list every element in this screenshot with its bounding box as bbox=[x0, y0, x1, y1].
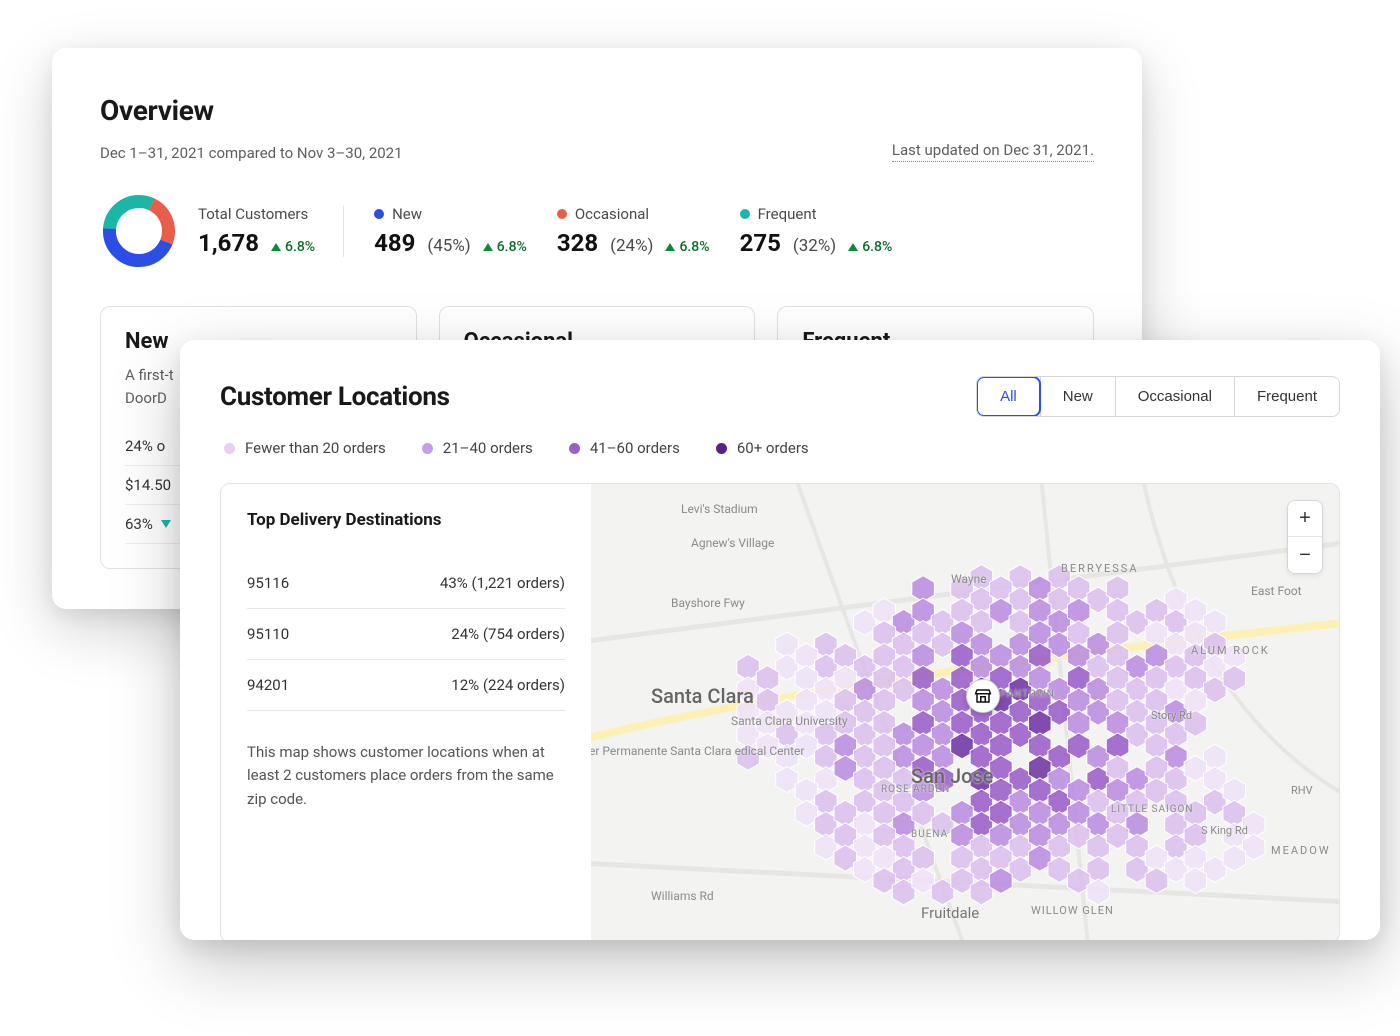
total-customers-label: Total Customers bbox=[198, 205, 315, 223]
overview-subheader: Dec 1–31, 2021 compared to Nov 3–30, 202… bbox=[100, 141, 1094, 162]
segment-new-pct: (45%) bbox=[427, 236, 470, 256]
zoom-in-button[interactable]: + bbox=[1288, 501, 1322, 537]
segment-new-delta: 6.8% bbox=[483, 239, 527, 255]
legend-dot-icon bbox=[569, 443, 580, 454]
last-updated: Last updated on Dec 31, 2021. bbox=[892, 141, 1094, 162]
tab-new[interactable]: New bbox=[1040, 377, 1115, 416]
destination-value: 12% (224 orders) bbox=[451, 676, 565, 694]
destinations-title: Top Delivery Destinations bbox=[247, 510, 565, 530]
triangle-up-icon bbox=[665, 243, 675, 251]
customers-donut-chart bbox=[100, 192, 178, 270]
map-label: LITTLE SAIGON bbox=[1111, 804, 1194, 815]
segment-frequent-delta: 6.8% bbox=[848, 239, 892, 255]
total-customers-delta: 6.8% bbox=[271, 239, 315, 255]
map-label: Santa Clara University bbox=[731, 714, 848, 728]
triangle-down-icon bbox=[161, 520, 171, 528]
destination-zip: 95110 bbox=[247, 625, 289, 643]
segment-occasional-delta: 6.8% bbox=[665, 239, 709, 255]
total-customers-block: Total Customers 1,678 6.8% bbox=[198, 205, 344, 257]
map-label: BUENA bbox=[911, 829, 948, 840]
hex-density-layer bbox=[591, 484, 1339, 940]
segment-occasional-block: Occasional 328 (24%) 6.8% bbox=[527, 205, 710, 257]
destination-zip: 94201 bbox=[247, 676, 289, 694]
map-label: S King Rd bbox=[1201, 824, 1248, 837]
destination-row: 95116 43% (1,221 orders) bbox=[247, 558, 565, 609]
map-label: MEADOW bbox=[1271, 844, 1331, 857]
map-label: Fruitdale bbox=[921, 904, 979, 922]
map-label: RHV bbox=[1291, 784, 1313, 797]
triangle-up-icon bbox=[483, 243, 493, 251]
store-pin-icon[interactable] bbox=[966, 679, 1000, 713]
map-label: ROSE ARDEN bbox=[881, 784, 950, 795]
metrics-row: Total Customers 1,678 6.8% New 489 (45%)… bbox=[100, 192, 1094, 270]
zoom-out-button[interactable]: − bbox=[1288, 537, 1322, 573]
map-label: ALUM ROCK bbox=[1191, 644, 1270, 657]
map-label: Story Rd bbox=[1151, 709, 1192, 722]
segment-frequent-block: Frequent 275 (32%) 6.8% bbox=[710, 205, 893, 257]
map-label: Agnew's Village bbox=[691, 536, 774, 550]
map-label: Levi's Stadium bbox=[681, 502, 758, 516]
tab-occasional[interactable]: Occasional bbox=[1115, 377, 1234, 416]
locations-card: Customer Locations All New Occasional Fr… bbox=[180, 340, 1380, 940]
map-label: Santa Clara bbox=[651, 684, 754, 708]
destinations-note: This map shows customer locations when a… bbox=[247, 741, 565, 811]
map-label: Bayshore Fwy bbox=[671, 596, 745, 610]
destination-value: 43% (1,221 orders) bbox=[440, 574, 565, 592]
map-area[interactable]: Levi's Stadium Agnew's Village Bayshore … bbox=[591, 484, 1339, 940]
legend-item-3: 41–60 orders bbox=[569, 439, 680, 457]
triangle-up-icon bbox=[271, 243, 281, 251]
segment-frequent-value: 275 bbox=[740, 229, 781, 257]
segment-frequent-pct: (32%) bbox=[793, 236, 836, 256]
map-legend: Fewer than 20 orders 21–40 orders 41–60 … bbox=[220, 439, 1340, 457]
legend-item-1: Fewer than 20 orders bbox=[224, 439, 386, 457]
legend-item-4: 60+ orders bbox=[716, 439, 809, 457]
destinations-panel: Top Delivery Destinations 95116 43% (1,2… bbox=[221, 484, 591, 940]
tab-all[interactable]: All bbox=[976, 376, 1041, 417]
destination-row: 94201 12% (224 orders) bbox=[247, 660, 565, 711]
dot-icon bbox=[374, 209, 384, 219]
overview-title: Overview bbox=[100, 94, 1094, 127]
dot-icon bbox=[557, 209, 567, 219]
tab-frequent[interactable]: Frequent bbox=[1234, 377, 1339, 416]
zoom-control: + − bbox=[1287, 500, 1323, 574]
segment-occasional-pct: (24%) bbox=[610, 236, 653, 256]
map-label: East Foot bbox=[1251, 584, 1302, 598]
locations-header: Customer Locations All New Occasional Fr… bbox=[220, 376, 1340, 417]
destination-row: 95110 24% (754 orders) bbox=[247, 609, 565, 660]
segment-new-block: New 489 (45%) 6.8% bbox=[344, 205, 527, 257]
destination-value: 24% (754 orders) bbox=[451, 625, 565, 643]
segment-new-label: New bbox=[392, 205, 422, 223]
filter-tabs: All New Occasional Frequent bbox=[976, 376, 1340, 417]
legend-item-2: 21–40 orders bbox=[422, 439, 533, 457]
segment-occasional-label: Occasional bbox=[575, 205, 649, 223]
segment-occasional-value: 328 bbox=[557, 229, 598, 257]
map-label: Williams Rd bbox=[651, 889, 714, 903]
date-range: Dec 1–31, 2021 compared to Nov 3–30, 202… bbox=[100, 144, 403, 162]
triangle-up-icon bbox=[848, 243, 858, 251]
dot-icon bbox=[740, 209, 750, 219]
destination-zip: 95116 bbox=[247, 574, 289, 592]
map-label: er Permanente Santa Clara edical Center bbox=[591, 744, 689, 758]
total-customers-value: 1,678 bbox=[198, 229, 259, 257]
map-label: BERRYESSA bbox=[1061, 562, 1139, 575]
segment-new-value: 489 bbox=[374, 229, 415, 257]
map-label: Wayne bbox=[951, 572, 987, 586]
segment-frequent-label: Frequent bbox=[758, 205, 817, 223]
map-card: Top Delivery Destinations 95116 43% (1,2… bbox=[220, 483, 1340, 940]
map-label: WILLOW GLEN bbox=[1031, 904, 1114, 917]
locations-title: Customer Locations bbox=[220, 382, 450, 412]
legend-dot-icon bbox=[422, 443, 433, 454]
legend-dot-icon bbox=[716, 443, 727, 454]
legend-dot-icon bbox=[224, 443, 235, 454]
